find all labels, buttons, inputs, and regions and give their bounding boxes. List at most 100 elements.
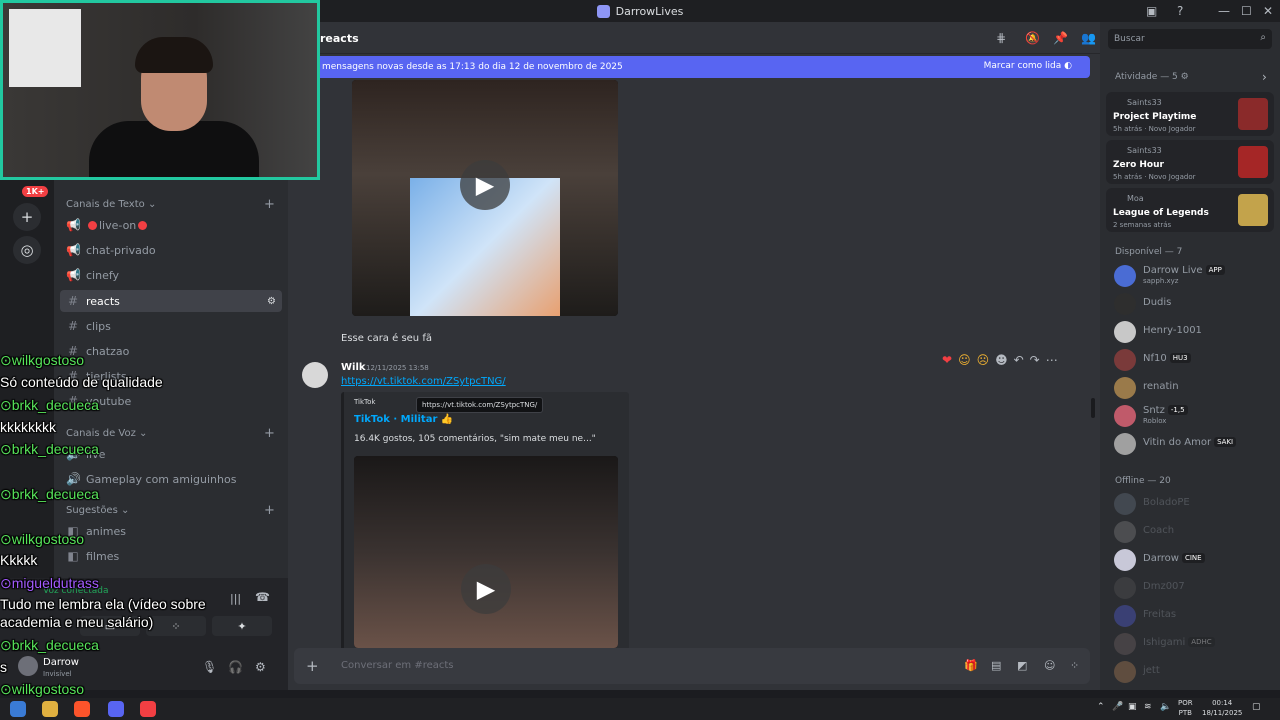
heart-reaction-icon[interactable]: ❤: [942, 353, 952, 367]
search-input[interactable]: Buscar ⌕: [1108, 29, 1272, 49]
settings-gear-icon[interactable]: ⚙: [255, 660, 266, 674]
member-activity: Roblox: [1143, 417, 1167, 425]
member-tag: HU3: [1169, 353, 1191, 363]
member-item[interactable]: BoladoPE: [1114, 492, 1274, 516]
member-item[interactable]: Dmz007: [1114, 576, 1274, 600]
channel-chatzao[interactable]: # chatzao: [60, 340, 282, 362]
channel-chat-privado[interactable]: 📢 chat-privado: [60, 239, 282, 261]
member-item[interactable]: Sntz -1,5 Roblox: [1114, 404, 1274, 428]
new-messages-bar[interactable]: mensagens novas desde as 17:13 do dia 12…: [314, 56, 1090, 78]
discord-icon[interactable]: [108, 701, 124, 717]
attach-plus-icon[interactable]: +: [306, 657, 319, 675]
member-item[interactable]: Dudis: [1114, 292, 1274, 316]
add-server-icon[interactable]: +: [13, 203, 41, 231]
member-item[interactable]: Vitin do Amor SAKI: [1114, 432, 1274, 456]
hash-icon: #: [67, 319, 79, 333]
headphones-icon[interactable]: 🎧: [228, 660, 243, 674]
category-text[interactable]: Canais de Texto ⌄: [66, 199, 156, 210]
member-avatar: [1114, 605, 1136, 627]
author-avatar[interactable]: [302, 362, 328, 388]
member-item[interactable]: jett: [1114, 660, 1274, 684]
soundboard-button[interactable]: ✦: [212, 616, 272, 636]
category-suggestions[interactable]: Sugestões ⌄: [66, 505, 129, 516]
add-voice-channel-icon[interactable]: +: [264, 426, 275, 441]
help-icon[interactable]: ?: [1177, 0, 1183, 22]
clock[interactable]: 00:14 18/11/2025: [1202, 698, 1242, 718]
online-header: Disponível — 7: [1115, 247, 1183, 257]
wifi-icon[interactable]: ≋: [1144, 702, 1152, 712]
close-button[interactable]: ✕: [1263, 0, 1273, 22]
member-item[interactable]: Ishigami ADHC: [1114, 632, 1274, 656]
composer-placeholder[interactable]: Conversar em #reacts: [341, 660, 454, 671]
add-reaction-icon[interactable]: ☻: [995, 353, 1008, 367]
language-indicator[interactable]: POR PTB: [1178, 698, 1193, 718]
embed-title[interactable]: TikTok · Militar 👍: [354, 414, 453, 425]
video-embed[interactable]: ▶: [354, 456, 618, 648]
channel-animes[interactable]: ◧ animes: [60, 520, 282, 542]
channel-clips[interactable]: # clips: [60, 315, 282, 337]
microphone-icon[interactable]: 🎙: [202, 660, 217, 674]
member-item[interactable]: Darrow CINE: [1114, 548, 1274, 572]
windows-start-icon[interactable]: [10, 701, 26, 717]
reply-icon[interactable]: ↶: [1014, 353, 1024, 367]
scrollbar[interactable]: [1091, 398, 1095, 418]
file-explorer-icon[interactable]: [42, 701, 58, 717]
gift-icon[interactable]: 🎁: [964, 659, 978, 672]
inbox-icon[interactable]: ▣: [1146, 0, 1157, 22]
notifications-icon[interactable]: ▢: [1252, 702, 1261, 712]
member-list-icon[interactable]: 👥: [1081, 31, 1096, 45]
member-item[interactable]: Darrow Live APP sapph.xyz: [1114, 264, 1274, 288]
category-voice[interactable]: Canais de Voz ⌄: [66, 428, 147, 439]
pin-icon[interactable]: 📌: [1053, 31, 1068, 45]
emoji-icon[interactable]: ☺: [1044, 659, 1055, 672]
more-icon[interactable]: ⋯: [1046, 353, 1058, 367]
gif-icon[interactable]: ▤: [991, 659, 1001, 672]
member-avatar: [1114, 493, 1136, 515]
mic-tray-icon[interactable]: 🎤: [1112, 702, 1123, 712]
add-suggestion-channel-icon[interactable]: +: [264, 503, 275, 518]
activity-card[interactable]: Saints33 Project Playtime 5h atrás · Nov…: [1106, 92, 1274, 136]
channel-reacts[interactable]: # reacts ⚙: [60, 290, 282, 312]
message-link[interactable]: https://vt.tiktok.com/ZSytpcTNG/: [341, 376, 506, 387]
message-composer[interactable]: + Conversar em #reacts 🎁 ▤ ◩ ☺ ⁘: [294, 648, 1090, 684]
laugh-reaction-icon[interactable]: ☺: [958, 353, 971, 367]
add-text-channel-icon[interactable]: +: [264, 197, 275, 212]
volume-icon[interactable]: 🔈: [1160, 702, 1171, 712]
chevron-right-icon[interactable]: ›: [1262, 70, 1267, 84]
tray-app-icon[interactable]: ▣: [1128, 702, 1137, 712]
activity-card[interactable]: Saints33 Zero Hour 5h atrás · Novo Jogad…: [1106, 140, 1274, 184]
channel-cinefy[interactable]: 📢 cinefy: [60, 264, 282, 286]
activities-button[interactable]: ⁘: [146, 616, 206, 636]
discover-icon[interactable]: ◎: [13, 236, 41, 264]
play-icon[interactable]: ▶: [460, 160, 510, 210]
maximize-button[interactable]: ☐: [1241, 0, 1252, 22]
channel-filmes[interactable]: ◧ filmes: [60, 545, 282, 567]
channel-settings-icon[interactable]: ⚙: [267, 296, 276, 307]
tray-chevron-icon[interactable]: ⌃: [1097, 702, 1105, 712]
noise-suppression-icon[interactable]: |||: [230, 592, 241, 605]
obs-icon[interactable]: [140, 701, 156, 717]
notifications-muted-icon[interactable]: 🔕: [1025, 31, 1040, 45]
thinking-reaction-icon[interactable]: ☹: [977, 353, 990, 367]
member-item[interactable]: Nf10 HU3: [1114, 348, 1274, 372]
video-embed-previous[interactable]: ▶: [352, 80, 618, 316]
forward-icon[interactable]: ↷: [1030, 353, 1040, 367]
activity-card[interactable]: Moa League of Legends 2 semanas atrás: [1106, 188, 1274, 232]
brave-browser-icon[interactable]: [74, 701, 90, 717]
member-item[interactable]: Henry-1001: [1114, 320, 1274, 344]
disconnect-icon[interactable]: ☎: [255, 590, 270, 604]
apps-icon[interactable]: ⁘: [1070, 659, 1079, 672]
threads-icon[interactable]: ⋕: [996, 31, 1006, 45]
message-author[interactable]: Wilk: [341, 362, 366, 373]
channel-live-on[interactable]: 📢 live-on: [60, 214, 282, 236]
member-item[interactable]: Freitas: [1114, 604, 1274, 628]
mark-as-read-button[interactable]: Marcar como lida ◐: [984, 61, 1072, 71]
play-icon[interactable]: ▶: [461, 564, 511, 614]
avatar[interactable]: [18, 656, 38, 676]
member-item[interactable]: renatin: [1114, 376, 1274, 400]
offline-header: Offline — 20: [1115, 476, 1171, 486]
minimize-button[interactable]: —: [1218, 0, 1230, 22]
sticker-icon[interactable]: ◩: [1017, 659, 1027, 672]
member-item[interactable]: Coach: [1114, 520, 1274, 544]
activity-game: Zero Hour: [1113, 160, 1164, 170]
